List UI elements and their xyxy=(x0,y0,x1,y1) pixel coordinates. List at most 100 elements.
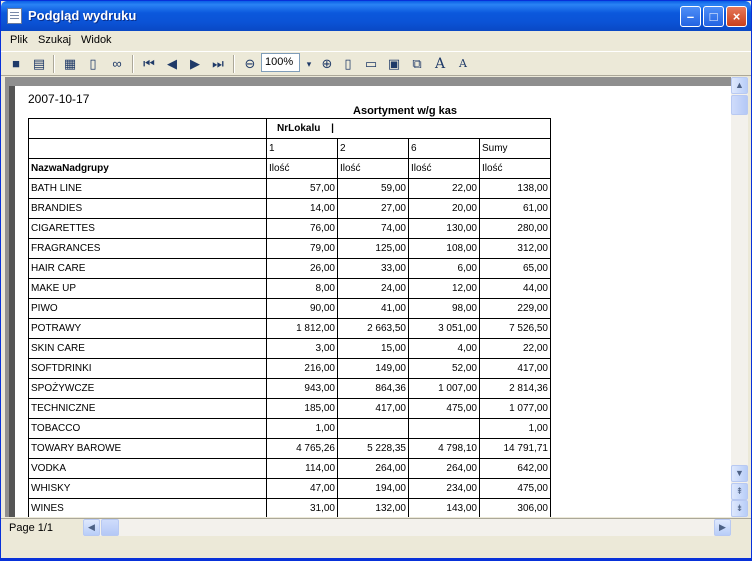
value-cell: 149,00 xyxy=(337,358,409,379)
scroll-page-up-button[interactable]: ⇞ xyxy=(731,483,748,500)
value-cell: 132,00 xyxy=(337,498,409,517)
multi-pages-icon[interactable]: ▣ xyxy=(385,55,403,73)
column-id: 2 xyxy=(337,138,409,159)
value-cell: 185,00 xyxy=(266,398,338,419)
scroll-up-button[interactable]: ▲ xyxy=(731,77,748,94)
report-title: Asortyment w/g kas xyxy=(353,105,457,117)
print-icon[interactable]: ▤ xyxy=(30,55,48,73)
value-cell: 22,00 xyxy=(479,338,551,359)
table-row: SKIN CARE 3,00 15,00 4,00 22,00 xyxy=(28,338,551,359)
category-cell: SPOŻYWCZE xyxy=(28,378,267,399)
category-cell: SOFTDRINKI xyxy=(28,358,267,379)
value-cell: 234,00 xyxy=(408,478,480,499)
font-larger-icon[interactable]: A xyxy=(431,55,449,73)
scroll-left-button[interactable]: ◀ xyxy=(83,519,100,536)
font-smaller-icon[interactable]: A xyxy=(454,55,472,73)
save-icon[interactable]: ■ xyxy=(7,55,25,73)
first-page-icon[interactable]: ⏮ xyxy=(140,55,158,73)
category-cell: TECHNICZNE xyxy=(28,398,267,419)
value-cell: 14 791,71 xyxy=(479,438,551,459)
value-cell: 943,00 xyxy=(266,378,338,399)
column-id: Sumy xyxy=(479,138,551,159)
maximize-button[interactable]: □ xyxy=(703,6,724,27)
value-cell: 1 077,00 xyxy=(479,398,551,419)
value-cell: 1 812,00 xyxy=(266,318,338,339)
table-row: BRANDIES 14,00 27,00 20,00 61,00 xyxy=(28,198,551,219)
value-cell: 20,00 xyxy=(408,198,480,219)
document-icon xyxy=(7,8,22,24)
table-row: WHISKY 47,00 194,00 234,00 475,00 xyxy=(28,478,551,499)
category-cell: BATH LINE xyxy=(28,178,267,199)
measure-label: Ilość xyxy=(408,158,480,179)
value-cell: 14,00 xyxy=(266,198,338,219)
find-icon[interactable]: ∞ xyxy=(108,55,126,73)
row-header-label: NazwaNadgrupy xyxy=(28,158,267,179)
category-cell: CIGARETTES xyxy=(28,218,267,239)
category-cell: MAKE UP xyxy=(28,278,267,299)
value-cell: 74,00 xyxy=(337,218,409,239)
last-page-icon[interactable]: ⏭ xyxy=(209,55,227,73)
value-cell: 3 051,00 xyxy=(408,318,480,339)
value-cell: 417,00 xyxy=(479,358,551,379)
value-cell: 79,00 xyxy=(266,238,338,259)
empty-cell xyxy=(28,118,267,139)
category-cell: POTRAWY xyxy=(28,318,267,339)
value-cell: 475,00 xyxy=(408,398,480,419)
value-cell: 33,00 xyxy=(337,258,409,279)
table-row: VODKA 114,00 264,00 264,00 642,00 xyxy=(28,458,551,479)
zoom-in-icon[interactable]: ⊕ xyxy=(318,55,336,73)
table-row: TOWARY BAROWE 4 765,26 5 228,35 4 798,10 14 … xyxy=(28,438,551,459)
zoom-out-icon[interactable]: ⊖ xyxy=(241,55,259,73)
value-cell: 130,00 xyxy=(408,218,480,239)
value-cell: 12,00 xyxy=(408,278,480,299)
window-bottom-band xyxy=(1,538,751,561)
horizontal-scrollbar[interactable]: ◀ ▶ xyxy=(83,519,731,536)
scroll-down-button[interactable]: ▼ xyxy=(731,465,748,482)
value-cell: 143,00 xyxy=(408,498,480,517)
value-cell: 216,00 xyxy=(266,358,338,379)
value-cell: 306,00 xyxy=(479,498,551,517)
report-table: NrLokalu | 1 2 6 Sumy NazwaNadgrupy Iloś… xyxy=(28,118,551,517)
group-header-row: NrLokalu | xyxy=(28,118,551,139)
single-page-icon[interactable]: ▯ xyxy=(339,55,357,73)
minimize-button[interactable]: – xyxy=(680,6,701,27)
next-page-icon[interactable]: ▶ xyxy=(186,55,204,73)
window-title: Podgląd wydruku xyxy=(28,8,137,23)
value-cell: 417,00 xyxy=(337,398,409,419)
value-cell: 264,00 xyxy=(408,458,480,479)
table-row: BATH LINE 57,00 59,00 22,00 138,00 xyxy=(28,178,551,199)
page-setup-icon[interactable]: ▦ xyxy=(61,55,79,73)
vertical-scroll-thumb[interactable] xyxy=(731,95,748,115)
group-label: NrLokalu xyxy=(277,123,321,134)
zoom-input[interactable]: 100% xyxy=(261,53,300,72)
two-pages-icon[interactable]: ▭ xyxy=(362,55,380,73)
scroll-page-down-button[interactable]: ⇟ xyxy=(731,500,748,517)
table-row: WINES 31,00 132,00 143,00 306,00 xyxy=(28,498,551,517)
menu-plik[interactable]: Plik xyxy=(10,34,28,46)
prev-page-icon[interactable]: ◀ xyxy=(163,55,181,73)
vertical-scrollbar[interactable]: ▲ ▼ ⇞ ⇟ xyxy=(731,77,748,517)
horizontal-scroll-thumb[interactable] xyxy=(101,519,119,536)
page-icon[interactable]: ▯ xyxy=(84,55,102,73)
menu-widok[interactable]: Widok xyxy=(81,34,112,46)
scroll-right-button[interactable]: ▶ xyxy=(714,519,731,536)
value-cell: 52,00 xyxy=(408,358,480,379)
category-cell: WINES xyxy=(28,498,267,517)
measure-label: Ilość xyxy=(479,158,551,179)
value-cell: 280,00 xyxy=(479,218,551,239)
close-button[interactable]: × xyxy=(726,6,747,27)
value-cell: 59,00 xyxy=(337,178,409,199)
print-preview-window: Podgląd wydruku – □ × Plik Szukaj Widok … xyxy=(0,0,752,561)
report-page: 2007-10-17 Asortyment w/g kas NrLokalu |… xyxy=(15,86,731,517)
menu-szukaj[interactable]: Szukaj xyxy=(38,34,71,46)
value-cell: 98,00 xyxy=(408,298,480,319)
copy-icon[interactable]: ⧉ xyxy=(408,55,426,73)
value-cell: 475,00 xyxy=(479,478,551,499)
value-cell: 229,00 xyxy=(479,298,551,319)
table-row: FRAGRANCES 79,00 125,00 108,00 312,00 xyxy=(28,238,551,259)
value-cell: 61,00 xyxy=(479,198,551,219)
page-indicator: Page 1/1 xyxy=(9,522,54,534)
category-cell: FRAGRANCES xyxy=(28,238,267,259)
value-cell: 1,00 xyxy=(479,418,551,439)
zoom-dropdown-icon[interactable]: ▾ xyxy=(300,55,318,73)
